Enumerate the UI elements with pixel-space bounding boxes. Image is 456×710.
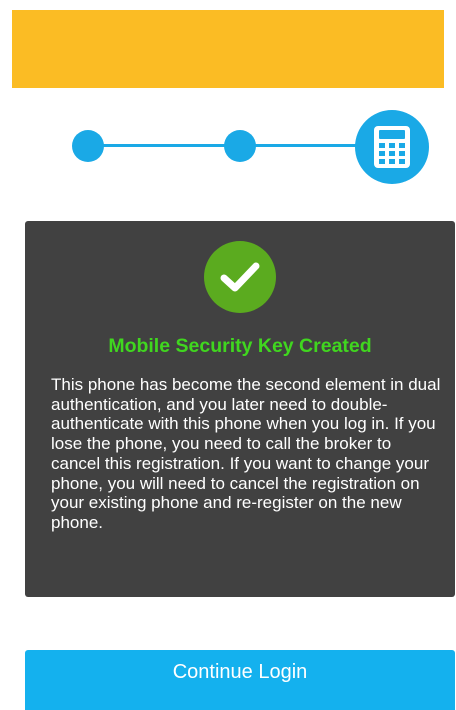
success-badge [204, 241, 276, 313]
step-2-dot [224, 130, 256, 162]
stepper-connector-1 [88, 144, 240, 147]
continue-login-button[interactable]: Continue Login [25, 650, 455, 710]
step-1-dot [72, 130, 104, 162]
card-body-text: This phone has become the second element… [51, 375, 441, 532]
step-3-current [355, 110, 429, 184]
checkmark-icon [220, 262, 260, 292]
card-title: Mobile Security Key Created [108, 335, 372, 357]
progress-stepper [0, 0, 456, 200]
calculator-icon [374, 126, 410, 168]
confirmation-card: Mobile Security Key Created This phone h… [25, 221, 455, 597]
